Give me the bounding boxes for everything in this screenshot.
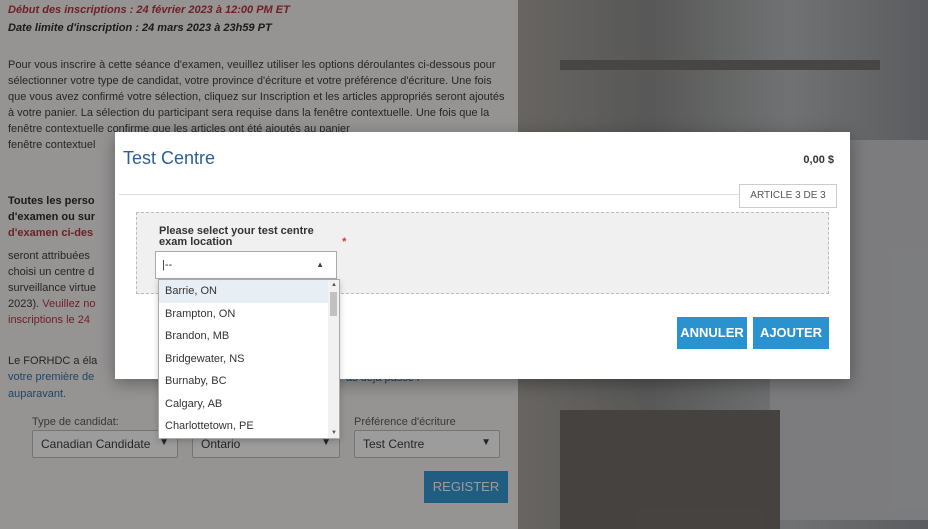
dropdown-option[interactable]: Brandon, MB bbox=[159, 325, 339, 348]
dropdown-option[interactable]: Burnaby, BC bbox=[159, 370, 339, 393]
article-progress-badge: ARTICLE 3 DE 3 bbox=[739, 184, 837, 208]
test-centre-dropdown: Barrie, ON Brampton, ON Brandon, MB Bridgew… bbox=[158, 279, 340, 439]
modal-title: Test Centre bbox=[123, 148, 216, 168]
cancel-button[interactable]: ANNULER bbox=[677, 317, 747, 349]
required-asterisk: * bbox=[342, 236, 347, 248]
test-centre-select-value: |-- bbox=[162, 259, 173, 271]
modal-divider bbox=[119, 194, 836, 195]
scroll-thumb[interactable] bbox=[330, 292, 337, 316]
field-label: Please select your test centre exam loca… bbox=[159, 226, 346, 248]
dropdown-option[interactable]: Bridgewater, NS bbox=[159, 348, 339, 371]
dropdown-options: Barrie, ON Brampton, ON Brandon, MB Bridgew… bbox=[159, 280, 339, 438]
dropdown-option[interactable]: Brampton, ON bbox=[159, 303, 339, 326]
scroll-up-icon[interactable]: ▲ bbox=[331, 282, 337, 288]
dropdown-option[interactable]: Calgary, AB bbox=[159, 393, 339, 416]
chevron-up-icon: ▲ bbox=[316, 260, 324, 269]
add-button[interactable]: AJOUTER bbox=[753, 317, 829, 349]
test-centre-select[interactable]: |-- ▲ bbox=[155, 251, 337, 279]
scroll-down-icon[interactable]: ▼ bbox=[331, 430, 337, 436]
dropdown-option[interactable]: Charlottetown, PE bbox=[159, 415, 339, 438]
field-label-text: Please select your test centre exam loca… bbox=[159, 225, 314, 248]
dropdown-scrollbar[interactable]: ▲ ▼ bbox=[328, 280, 339, 438]
dropdown-option[interactable]: Barrie, ON bbox=[159, 280, 339, 303]
modal-price: 0,00 $ bbox=[803, 154, 834, 166]
